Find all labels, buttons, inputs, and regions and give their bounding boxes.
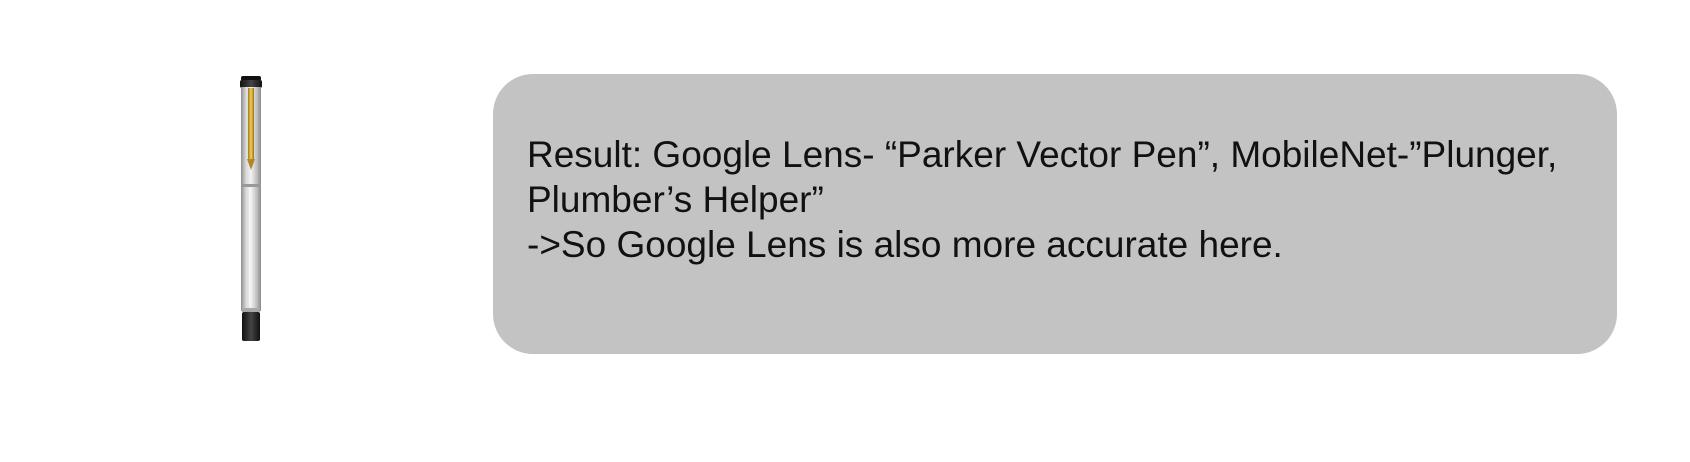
- pen-image: [235, 76, 265, 342]
- result-line-3: ->So Google Lens is also more accurate h…: [527, 224, 1283, 265]
- result-line-2: Plumber’s Helper”: [527, 179, 824, 220]
- result-text: Result: Google Lens- “Parker Vector Pen”…: [527, 132, 1597, 267]
- result-line-1: Result: Google Lens- “Parker Vector Pen”…: [527, 134, 1558, 175]
- pen-icon: [240, 76, 262, 341]
- result-callout: Result: Google Lens- “Parker Vector Pen”…: [493, 74, 1617, 354]
